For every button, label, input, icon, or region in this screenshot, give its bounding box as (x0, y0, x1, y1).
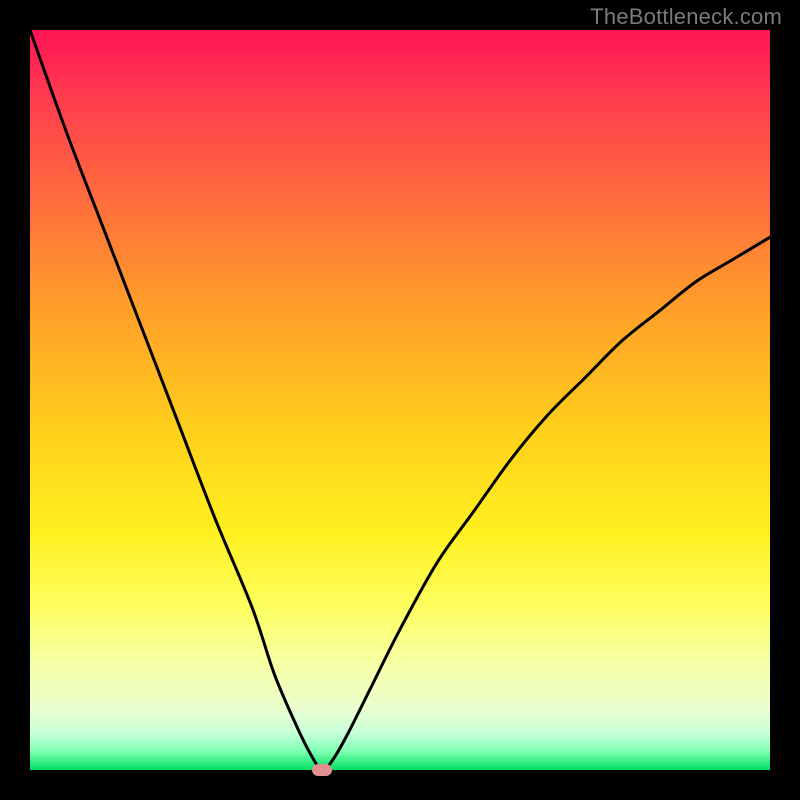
chart-frame: TheBottleneck.com (0, 0, 800, 800)
minimum-marker (312, 764, 332, 776)
plot-area (30, 30, 770, 770)
bottleneck-curve (30, 30, 770, 770)
watermark-text: TheBottleneck.com (590, 4, 782, 30)
